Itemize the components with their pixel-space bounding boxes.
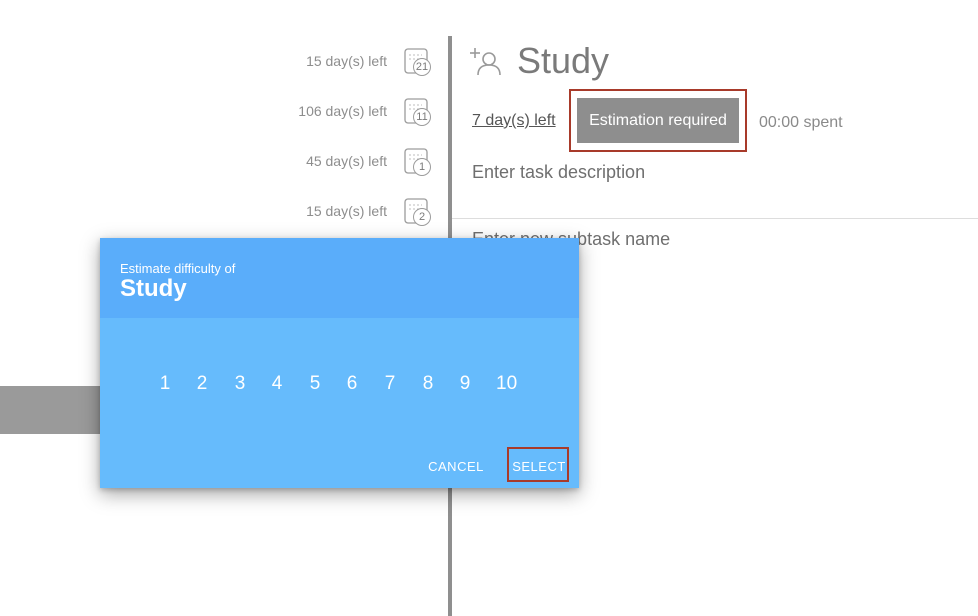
difficulty-options: 1 2 3 4 5 6 7 8 9 10 <box>150 370 530 398</box>
calendar-icon: 11 <box>403 96 433 126</box>
difficulty-option[interactable]: 8 <box>418 370 438 398</box>
cancel-button[interactable]: CANCEL <box>422 456 490 478</box>
task-count-badge: 1 <box>413 158 431 176</box>
app-root: 15 day(s) left 21 106 day(s) left 11 45 … <box>0 0 978 616</box>
task-days-left: 45 day(s) left <box>306 153 387 169</box>
difficulty-option[interactable]: 4 <box>267 370 287 398</box>
difficulty-option[interactable]: 10 <box>496 370 517 398</box>
add-user-icon[interactable] <box>468 46 504 78</box>
task-count-badge: 11 <box>413 108 431 126</box>
due-date-link[interactable]: 7 day(s) left <box>472 112 556 130</box>
task-description-input[interactable] <box>472 158 952 186</box>
dialog-subtitle: Estimate difficulty of <box>120 261 236 276</box>
section-divider <box>452 218 978 219</box>
estimation-required-button[interactable]: Estimation required <box>577 98 739 143</box>
task-title: Study <box>517 40 610 81</box>
difficulty-option[interactable]: 5 <box>305 370 325 398</box>
difficulty-option[interactable]: 2 <box>192 370 212 398</box>
calendar-icon: 2 <box>403 196 433 226</box>
calendar-icon: 1 <box>403 146 433 176</box>
task-row[interactable]: 15 day(s) left 2 <box>0 196 448 226</box>
task-row[interactable]: 106 day(s) left 11 <box>0 96 448 126</box>
task-days-left: 15 day(s) left <box>306 203 387 219</box>
select-button[interactable]: SELECT <box>511 456 567 478</box>
estimate-difficulty-dialog: Estimate difficulty of Study 1 2 3 4 5 6… <box>100 238 579 488</box>
task-row[interactable]: 45 day(s) left 1 <box>0 146 448 176</box>
difficulty-option[interactable]: 9 <box>455 370 475 398</box>
task-count-badge: 2 <box>413 208 431 226</box>
difficulty-option[interactable]: 1 <box>155 370 175 398</box>
time-spent: 00:00 spent <box>759 114 843 131</box>
task-days-left: 106 day(s) left <box>298 103 387 119</box>
dialog-header: Estimate difficulty of Study <box>100 238 579 318</box>
difficulty-option[interactable]: 7 <box>380 370 400 398</box>
dialog-title: Study <box>120 275 187 302</box>
selected-task-bar[interactable] <box>0 386 100 434</box>
task-row[interactable]: 15 day(s) left 21 <box>0 46 448 76</box>
task-days-left: 15 day(s) left <box>306 53 387 69</box>
calendar-icon: 21 <box>403 46 433 76</box>
task-count-badge: 21 <box>413 58 431 76</box>
difficulty-option[interactable]: 3 <box>230 370 250 398</box>
difficulty-option[interactable]: 6 <box>342 370 362 398</box>
